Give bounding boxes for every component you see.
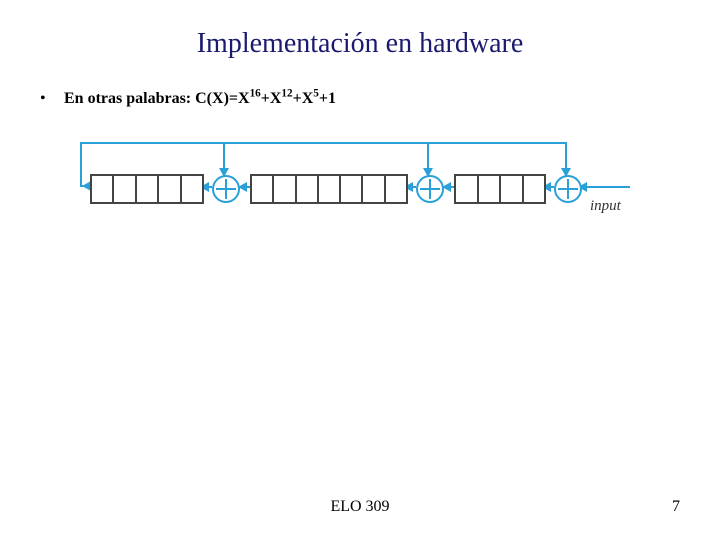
register-cell: [479, 176, 502, 202]
footer-course-code: ELO 309: [0, 498, 720, 516]
shift-register-1: [90, 174, 204, 204]
bullet-prefix: En otras palabras:: [64, 90, 195, 107]
register-cell: [341, 176, 363, 202]
register-cell: [386, 176, 406, 202]
register-cell: [114, 176, 136, 202]
formula-p3: +1: [319, 90, 336, 107]
bullet-text: En otras palabras: C(X)=X16+X12+X5+1: [64, 90, 336, 107]
register-cell: [297, 176, 319, 202]
formula-p2: +X: [293, 90, 314, 107]
register-cell: [252, 176, 274, 202]
bullet-item: • En otras palabras: C(X)=X16+X12+X5+1: [40, 88, 336, 108]
formula-e1: 12: [281, 88, 292, 100]
register-cell: [137, 176, 159, 202]
xor-gate-icon: [212, 175, 240, 203]
bullet-marker: •: [40, 90, 60, 108]
shift-register-3: [454, 174, 546, 204]
input-label: input: [590, 198, 621, 215]
formula-p1: +X: [261, 90, 282, 107]
xor-gate-icon: [554, 175, 582, 203]
wire: [429, 142, 567, 144]
register-cell: [363, 176, 385, 202]
register-cell: [319, 176, 341, 202]
formula-e0: 16: [250, 88, 261, 100]
register-cell: [456, 176, 479, 202]
register-cell: [182, 176, 202, 202]
register-cell: [524, 176, 545, 202]
wire: [580, 186, 630, 188]
formula-p0: C(X)=X: [195, 90, 249, 107]
xor-gate-icon: [416, 175, 444, 203]
slide-title: Implementación en hardware: [0, 28, 720, 60]
shift-register-2: [250, 174, 408, 204]
footer-page-number: 7: [672, 498, 680, 516]
wire: [225, 142, 429, 144]
register-cell: [159, 176, 181, 202]
wire: [80, 142, 225, 144]
register-cell: [501, 176, 524, 202]
register-cell: [92, 176, 114, 202]
register-cell: [274, 176, 296, 202]
lfsr-diagram: input: [60, 120, 660, 230]
